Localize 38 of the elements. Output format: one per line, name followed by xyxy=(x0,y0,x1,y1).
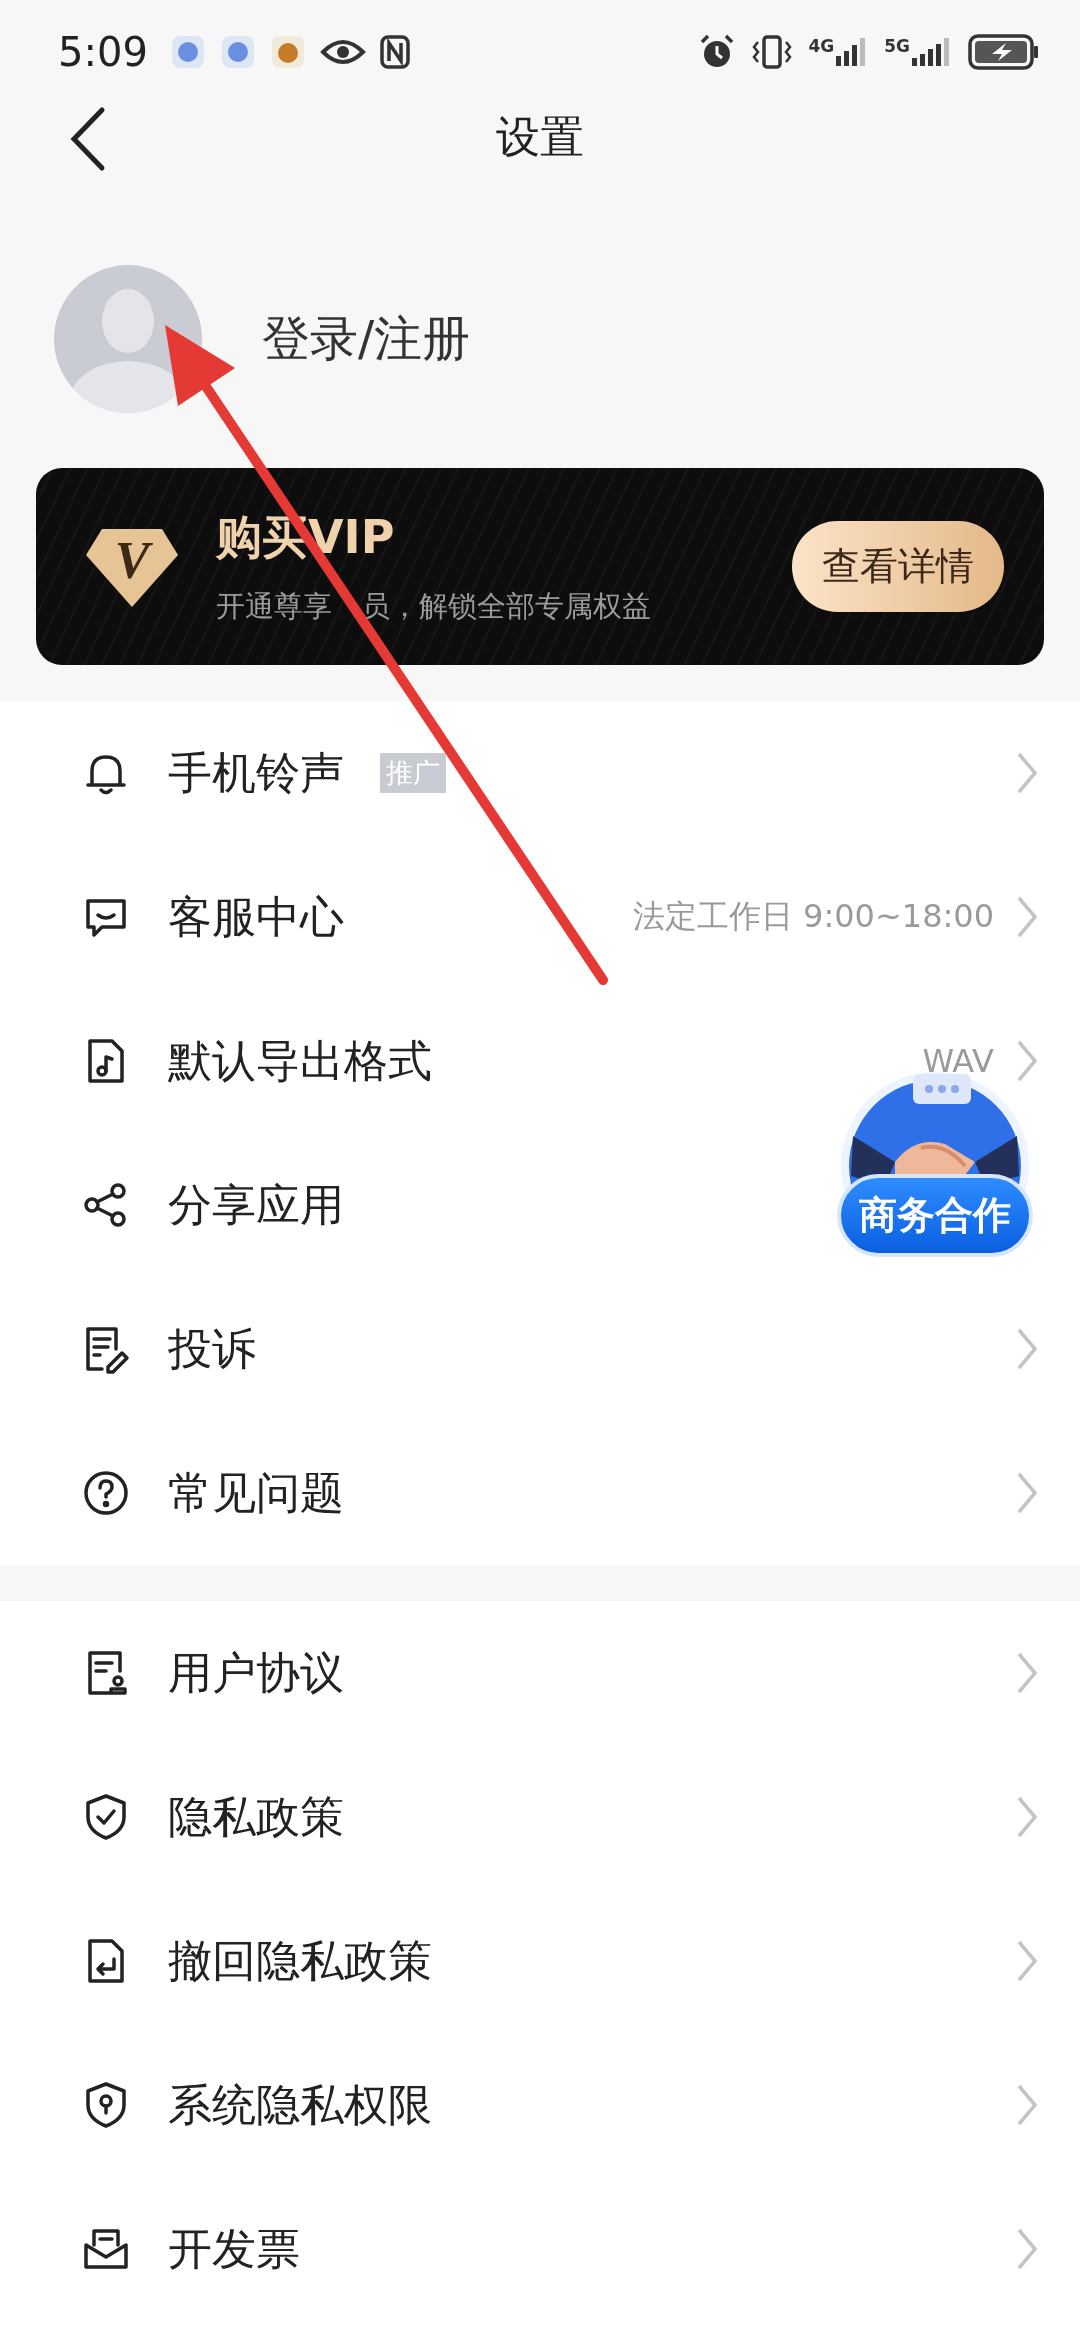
login-link[interactable]: 登录/注册 xyxy=(262,307,471,371)
chevron-right-icon xyxy=(1016,1039,1038,1083)
row-label: 分享应用 xyxy=(168,1177,344,1232)
row-value: 法定工作日 9:00~18:00 xyxy=(632,896,994,937)
network-label: 5G xyxy=(884,36,910,56)
chevron-right-icon xyxy=(1016,2083,1038,2127)
app-notification-icon xyxy=(169,34,206,70)
status-time: 5:09 xyxy=(58,29,148,75)
app-notification-icon xyxy=(219,34,256,70)
eye-icon xyxy=(319,37,366,67)
vip-subtitle: 开通尊享 xyxy=(216,587,332,625)
row-label: 撤回隐私政策 xyxy=(168,1933,432,1988)
row-label: 隐私政策 xyxy=(168,1789,344,1844)
battery-charging-icon xyxy=(968,33,1040,71)
row-label: 用户协议 xyxy=(168,1645,344,1700)
chevron-right-icon xyxy=(1016,1651,1038,1695)
page-title: 设置 xyxy=(496,109,584,164)
row-label: 客服中心 xyxy=(168,889,344,944)
row-label: 手机铃声 xyxy=(168,745,344,800)
row-label: 开发票 xyxy=(168,2221,300,2276)
vip-subtitle: 员，解锁全部专属权益 xyxy=(361,587,651,625)
row-label: 默认导出格式 xyxy=(168,1033,432,1088)
app-notification-icon xyxy=(269,34,306,70)
chevron-right-icon xyxy=(1016,895,1038,939)
nfc-icon xyxy=(379,35,410,69)
row-label: 系统隐私权限 xyxy=(168,2077,432,2132)
chevron-right-icon xyxy=(1016,2227,1038,2271)
details-button[interactable]: 查看详情 xyxy=(792,521,1004,612)
row-label: 常见问题 xyxy=(168,1465,344,1520)
network-label: 4G xyxy=(808,36,835,56)
chevron-right-icon xyxy=(1016,1795,1038,1839)
chevron-right-icon xyxy=(1016,1327,1038,1371)
chevron-right-icon xyxy=(1016,751,1038,795)
business-cooperation-button[interactable]: 商务合作 xyxy=(837,1174,1033,1257)
chevron-right-icon xyxy=(1016,1471,1038,1515)
row-label: 投诉 xyxy=(168,1321,256,1376)
chevron-right-icon xyxy=(1016,1939,1038,1983)
row-value: WAV xyxy=(922,1042,994,1080)
